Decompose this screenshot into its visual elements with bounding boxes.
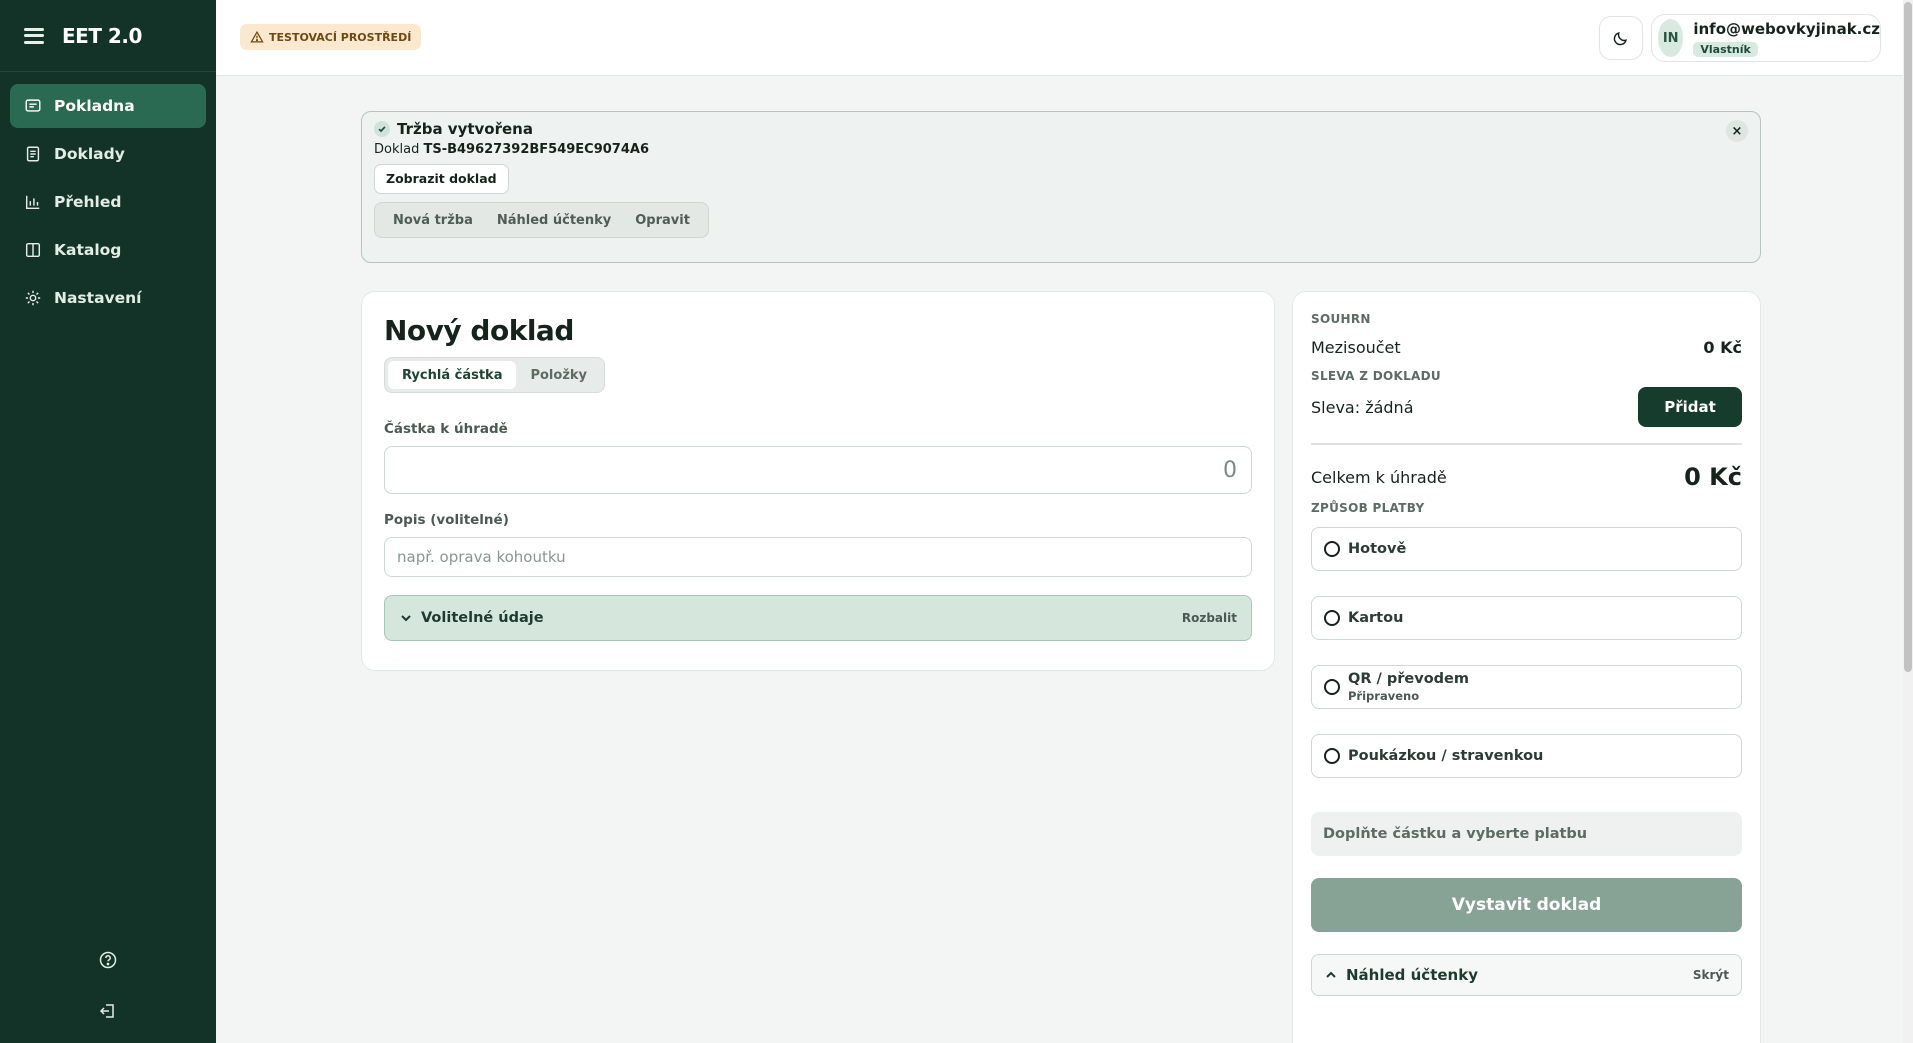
new-sale-button[interactable]: Nová tržba: [381, 213, 485, 228]
sidebar-item-label: Doklady: [54, 145, 125, 163]
banner-doc-id: TS-B49627392BF549EC9074A6: [423, 142, 650, 157]
tab-items[interactable]: Položky: [516, 361, 601, 389]
show-doc-button[interactable]: Zobrazit doklad: [374, 164, 509, 194]
radio-icon: [1324, 610, 1340, 626]
sidebar-item-label: Katalog: [54, 241, 122, 259]
app-title: EET 2.0: [62, 23, 142, 48]
sidebar-item-label: Přehled: [54, 193, 122, 211]
book-icon: [25, 242, 41, 258]
optional-label: Volitelné údaje: [421, 610, 544, 626]
moon-icon: [1613, 32, 1627, 46]
payment-hint: Doplňte částku a vyberte platbu: [1311, 812, 1742, 856]
sidebar-item-doklady[interactable]: Doklady: [10, 132, 206, 176]
help-button[interactable]: [0, 950, 216, 970]
payment-label: QR / převodem: [1348, 671, 1469, 687]
chevron-down-icon: [401, 615, 411, 622]
discount-label: Sleva: žádná: [1311, 397, 1414, 417]
help-icon: [99, 951, 117, 969]
add-discount-button[interactable]: Přidat: [1638, 387, 1742, 427]
subtotal-row: Mezisoučet 0 Kč: [1311, 338, 1742, 357]
radio-icon: [1324, 541, 1340, 557]
chevron-up-icon: [1326, 971, 1336, 978]
receipt-icon: [25, 99, 41, 112]
payment-label: Kartou: [1348, 610, 1404, 626]
payment-options: Hotově Kartou QR / převodem Připraveno P…: [1311, 527, 1742, 778]
logout-button[interactable]: [0, 1001, 216, 1021]
preview-label: Náhled účtenky: [1346, 966, 1478, 984]
discount-section-title: SLEVA Z DOKLADU: [1311, 369, 1441, 383]
receipt-preview-button[interactable]: Náhled účtenky: [485, 213, 623, 228]
warning-icon: [250, 30, 264, 43]
description-input[interactable]: např. oprava kohoutku: [384, 537, 1252, 577]
subtotal-value: 0 Kč: [1703, 338, 1742, 357]
chart-icon: [25, 195, 40, 210]
banner-title: Tržba vytvořena: [374, 120, 1748, 138]
total-value: 0 Kč: [1684, 463, 1742, 491]
top-bar: TESTOVACÍ PROSTŘEDÍ IN info@webovkyjinak…: [216, 0, 1913, 76]
banner-doc-prefix: Doklad: [374, 142, 420, 157]
payment-option-voucher[interactable]: Poukázkou / stravenkou: [1311, 734, 1742, 778]
close-button[interactable]: ×: [1726, 120, 1748, 142]
sidebar-item-katalog[interactable]: Katalog: [10, 228, 206, 272]
sidebar-item-pokladna[interactable]: Pokladna: [10, 84, 206, 128]
check-icon: [374, 121, 390, 137]
description-label: Popis (volitelné): [384, 512, 509, 528]
tab-quick-amount[interactable]: Rychlá částka: [388, 361, 517, 389]
payment-option-card[interactable]: Kartou: [1311, 596, 1742, 640]
user-menu[interactable]: IN info@webovkyjinak.cz Vlastník: [1651, 14, 1881, 62]
payment-sublabel: Připraveno: [1348, 689, 1420, 703]
avatar: IN: [1658, 19, 1684, 57]
hide-label: Skrýt: [1692, 968, 1729, 982]
payment-label: Poukázkou / stravenkou: [1348, 748, 1544, 764]
success-banner: Tržba vytvořena Doklad TS-B49627392BF549…: [361, 111, 1761, 263]
env-badge: TESTOVACÍ PROSTŘEDÍ: [240, 24, 422, 50]
user-email: info@webovkyjinak.cz: [1693, 19, 1880, 38]
divider: [1311, 443, 1742, 445]
sidebar: EET 2.0 Pokladna Doklady Přehled Katalog…: [0, 0, 216, 1043]
sidebar-item-label: Nastavení: [54, 289, 142, 307]
role-badge: Vlastník: [1693, 41, 1758, 57]
optional-fields-toggle[interactable]: Volitelné údaje Rozbalit: [384, 595, 1252, 641]
banner-title-text: Tržba vytvořena: [397, 120, 533, 138]
total-row: Celkem k úhradě 0 Kč: [1311, 463, 1742, 491]
payment-section-title: ZPŮSOB PLATBY: [1311, 501, 1425, 515]
payment-option-qr[interactable]: QR / převodem Připraveno: [1311, 665, 1742, 709]
discount-row: Sleva: žádná Přidat: [1311, 387, 1742, 427]
issue-document-button[interactable]: Vystavit doklad: [1311, 878, 1742, 932]
mode-switch: Rychlá částka Položky: [384, 357, 606, 393]
receipt-preview-toggle[interactable]: Náhled účtenky Skrýt: [1311, 954, 1742, 996]
summary-panel: SOUHRN Mezisoučet 0 Kč SLEVA Z DOKLADU S…: [1292, 291, 1761, 1043]
correct-button[interactable]: Opravit: [623, 213, 702, 228]
radio-icon: [1324, 748, 1340, 764]
sidebar-item-nastaveni[interactable]: Nastavení: [10, 276, 206, 320]
scrollbar-thumb[interactable]: [1904, 2, 1912, 672]
sidebar-nav: Pokladna Doklady Přehled Katalog Nastave…: [0, 72, 216, 336]
expand-label: Rozbalit: [1181, 611, 1237, 625]
sidebar-header: EET 2.0: [0, 0, 216, 72]
env-badge-label: TESTOVACÍ PROSTŘEDÍ: [269, 30, 412, 44]
amount-input[interactable]: 0: [384, 446, 1252, 494]
theme-toggle-button[interactable]: [1599, 16, 1643, 60]
payment-label: Hotově: [1348, 541, 1407, 557]
new-document-card: Nový doklad Rychlá částka Položky Částka…: [361, 291, 1275, 671]
radio-icon: [1324, 679, 1340, 695]
amount-label: Částka k úhradě: [384, 421, 508, 437]
banner-doc: Doklad TS-B49627392BF549EC9074A6: [374, 142, 1748, 157]
settings-icon: [25, 290, 41, 306]
user-info: info@webovkyjinak.cz Vlastník: [1693, 20, 1880, 57]
menu-icon[interactable]: [24, 27, 44, 44]
subtotal-label: Mezisoučet: [1311, 338, 1401, 357]
scrollbar[interactable]: [1903, 0, 1913, 1043]
sidebar-item-label: Pokladna: [54, 97, 135, 115]
logout-icon: [99, 1004, 114, 1018]
sidebar-item-prehled[interactable]: Přehled: [10, 180, 206, 224]
total-label: Celkem k úhradě: [1311, 467, 1447, 487]
summary-title: SOUHRN: [1311, 312, 1371, 326]
banner-actions: Nová tržba Náhled účtenky Opravit: [374, 202, 709, 238]
document-icon: [26, 146, 40, 162]
payment-option-cash[interactable]: Hotově: [1311, 527, 1742, 571]
page-title: Nový doklad: [384, 314, 574, 347]
